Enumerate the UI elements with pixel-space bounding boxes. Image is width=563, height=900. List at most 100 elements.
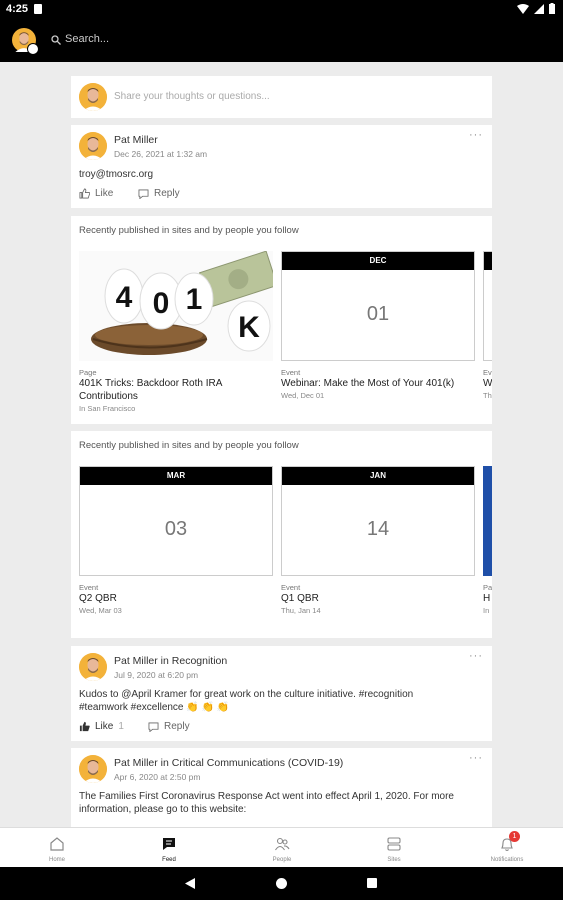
content-tile[interactable]: 4 0 1 K Page 401K Tricks: Backdoor Roth … [79, 251, 273, 413]
tile-title: W 40 [483, 378, 492, 389]
post-card: Pat Miller Dec 26, 2021 at 1:32 am ··· t… [71, 125, 492, 208]
avatar [79, 83, 107, 111]
nav-home[interactable]: Home [17, 828, 97, 868]
svg-text:K: K [238, 311, 260, 344]
comment-icon [148, 722, 159, 732]
more-options-icon[interactable]: ··· [469, 129, 483, 141]
tile-title: Q2 QBR [79, 593, 117, 604]
tile-image [483, 466, 492, 576]
nav-sites[interactable]: Sites [354, 828, 434, 868]
content-tile[interactable]: JAN 14 Event Q1 QBR Thu, Jan 14 [281, 466, 475, 615]
thumbs-up-icon [79, 188, 90, 199]
content-tile[interactable]: DEC 01 Event Webinar: Make the Most of Y… [281, 251, 475, 400]
search-input[interactable]: Search... [65, 33, 109, 45]
post-date: Dec 26, 2021 at 1:32 am [114, 149, 208, 159]
tile-type: Page [79, 368, 97, 377]
tile-type: Event [281, 368, 301, 377]
like-count: 1 [118, 721, 124, 732]
avatar[interactable] [79, 132, 107, 160]
nav-label: Notifications [490, 857, 524, 863]
app-badge-icon [27, 43, 39, 55]
nav-feed[interactable]: Feed [129, 828, 209, 868]
calendar-thumbnail: DEC 01 [281, 251, 475, 361]
nav-label: Feed [162, 857, 176, 863]
like-label: Like [95, 188, 114, 199]
calendar-month [484, 252, 492, 270]
post-author[interactable]: Pat Miller in Recognition [114, 655, 227, 667]
back-icon[interactable] [185, 878, 195, 889]
calendar-thumbnail: JAN 14 [281, 466, 475, 576]
content-tile[interactable]: Ev W 40 Th [483, 251, 492, 400]
svg-text:4: 4 [116, 281, 133, 314]
reply-label: Reply [164, 721, 190, 732]
content-tile[interactable]: MAR 03 Event Q2 QBR Wed, Mar 03 [79, 466, 273, 615]
calendar-day: 01 [366, 303, 390, 325]
post-card: Pat Miller in Critical Communications (C… [71, 748, 492, 827]
more-options-icon[interactable]: ··· [469, 650, 483, 662]
search-icon[interactable] [51, 35, 61, 45]
calendar-day: 03 [164, 518, 188, 540]
more-options-icon[interactable]: ··· [469, 752, 483, 764]
like-button[interactable]: Like 1 [79, 721, 124, 732]
calendar-month: DEC [282, 252, 474, 270]
reply-button[interactable]: Reply [148, 721, 190, 732]
section-title: Recently published in sites and by peopl… [79, 225, 299, 236]
nav-notifications[interactable]: 1 Notifications [467, 828, 547, 868]
tile-meta: Wed, Dec 01 [281, 391, 325, 400]
post-date: Apr 6, 2020 at 2:50 pm [114, 772, 201, 782]
post-date: Jul 9, 2020 at 6:20 pm [114, 670, 199, 680]
nav-label: Sites [387, 857, 401, 863]
avatar[interactable] [79, 653, 107, 681]
like-button[interactable]: Like [79, 188, 113, 199]
tile-image: 4 0 1 K [79, 251, 273, 361]
tile-meta: Wed, Mar 03 [79, 606, 122, 615]
content-tile[interactable]: Pa H A In [483, 466, 492, 615]
reply-label: Reply [154, 188, 180, 199]
system-navigation-bar [0, 867, 563, 900]
wifi-icon [517, 3, 529, 14]
tile-type: Pa [483, 583, 492, 592]
profile-avatar-button[interactable] [12, 28, 39, 55]
tile-meta: Th [483, 391, 492, 400]
reply-button[interactable]: Reply [138, 188, 180, 199]
bottom-navigation: Home Feed People Sites 1 Notifications [0, 827, 563, 867]
tile-type: Event [281, 583, 301, 592]
comment-icon [138, 189, 149, 199]
cellular-icon [534, 3, 544, 14]
tile-type: Ev [483, 368, 492, 377]
tile-meta: Thu, Jan 14 [281, 606, 321, 615]
tile-title: 401K Tricks: Backdoor Roth IRA Contribut… [79, 378, 222, 402]
sites-icon [387, 837, 401, 851]
people-icon [275, 837, 290, 851]
calendar-day: 14 [366, 518, 390, 540]
status-time: 4:25 [6, 3, 29, 15]
tile-meta: In [483, 606, 490, 615]
svg-text:0: 0 [153, 287, 170, 320]
tile-type: Event [79, 583, 99, 592]
feed-list[interactable]: Share your thoughts or questions... Pat … [0, 62, 563, 827]
calendar-month: MAR [80, 467, 272, 485]
home-circle-icon[interactable] [276, 878, 287, 889]
notification-badge: 1 [509, 831, 520, 842]
tile-meta: In San Francisco [79, 404, 136, 413]
feed-icon [163, 838, 175, 850]
calendar-thumbnail [483, 251, 492, 361]
like-label: Like [95, 721, 114, 732]
thumbs-up-filled-icon [79, 721, 90, 732]
calendar-thumbnail: MAR 03 [79, 466, 273, 576]
status-icons [517, 3, 555, 14]
post-author[interactable]: Pat Miller [114, 134, 158, 146]
avatar[interactable] [79, 755, 107, 783]
tile-title: H A [483, 593, 492, 604]
svg-text:1: 1 [186, 283, 203, 316]
recents-icon[interactable] [367, 878, 377, 888]
post-author[interactable]: Pat Miller in Critical Communications (C… [114, 757, 343, 769]
post-text: Kudos to @April Kramer for great work on… [79, 689, 414, 713]
tile-title: Q1 QBR [281, 593, 319, 604]
status-bar: 4:25 [0, 0, 563, 18]
section-title: Recently published in sites and by peopl… [79, 440, 299, 451]
compose-input[interactable]: Share your thoughts or questions... [114, 91, 270, 102]
battery-icon [549, 3, 555, 14]
nav-people[interactable]: People [242, 828, 322, 868]
compose-card[interactable]: Share your thoughts or questions... [71, 76, 492, 118]
